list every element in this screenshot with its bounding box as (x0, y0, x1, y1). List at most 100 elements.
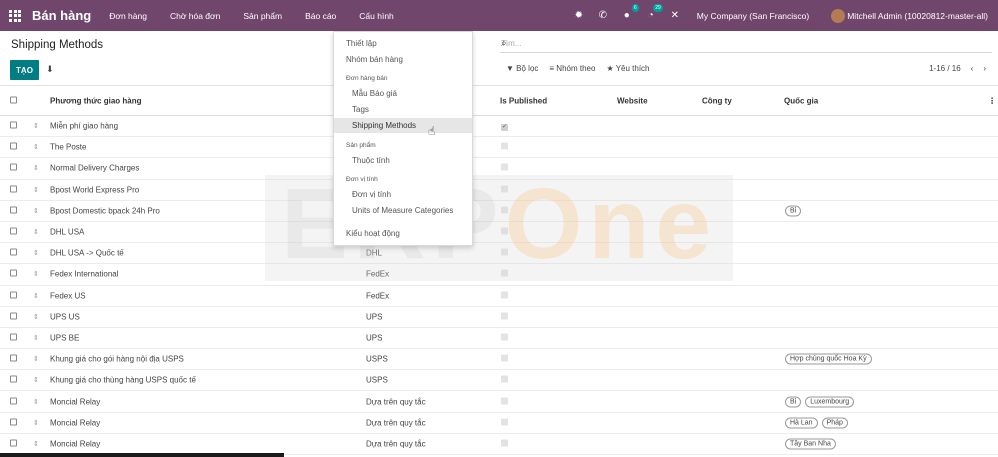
country-tag: Pháp (821, 417, 848, 429)
dropdown-uom-categories[interactable]: Units of Measure Categories (352, 206, 490, 215)
row-checkbox[interactable] (10, 439, 17, 448)
chat-icon[interactable]: ● 6 (615, 4, 639, 21)
select-all-checkbox[interactable] (10, 96, 17, 105)
dropdown-setup[interactable]: Thiết lập (346, 39, 484, 48)
drag-handle-icon[interactable]: ⇕ (33, 122, 39, 130)
pager-value[interactable]: 1-16 / 16 (929, 64, 961, 73)
table-row[interactable]: ⇕ Fedex US FedEx (0, 286, 998, 307)
column-published[interactable]: Is Published (500, 96, 547, 105)
column-options-icon[interactable]: ⋮ (988, 96, 996, 105)
menu-configuration[interactable]: Cấu hình (359, 11, 394, 21)
column-name[interactable]: Phương thức giao hàng (50, 96, 142, 105)
drag-handle-icon[interactable]: ⇕ (33, 164, 39, 172)
configuration-dropdown: Thiết lập Nhóm bán hàng Đơn hàng bán Mẫu… (333, 31, 473, 246)
dropdown-uom-header: Đơn vị tính (346, 176, 378, 183)
drag-handle-icon[interactable]: ⇕ (33, 249, 39, 257)
drag-handle-icon[interactable]: ⇕ (33, 186, 39, 194)
table-row[interactable]: ⇕ The Poste (0, 137, 998, 159)
table-row[interactable]: ⇕ UPS US UPS (0, 307, 998, 328)
activity-icon[interactable]: ◔ 29 (639, 4, 663, 21)
column-website[interactable]: Website (617, 96, 648, 105)
dropdown-tags[interactable]: Tags (352, 105, 490, 114)
menu-to-invoice[interactable]: Chờ hóa đơn (170, 11, 220, 21)
dropdown-quote-templates[interactable]: Mẫu Báo giá (352, 89, 490, 98)
row-checkbox[interactable] (10, 291, 17, 300)
drag-handle-icon[interactable]: ⇕ (33, 334, 39, 342)
row-checkbox[interactable] (10, 397, 17, 406)
drag-handle-icon[interactable]: ⇕ (33, 292, 39, 300)
dropdown-uom[interactable]: Đơn vị tính (352, 190, 490, 199)
menu-reporting[interactable]: Báo cáo (305, 11, 336, 21)
group-by-button[interactable]: ≡ Nhóm theo (549, 64, 595, 73)
table-row[interactable]: ⇕ Bpost World Express Pro (0, 180, 998, 201)
download-icon[interactable]: ⬇ (46, 64, 54, 75)
row-checkbox[interactable] (10, 121, 17, 131)
table-row[interactable]: ⇕ Moncial Relay Dựa trên quy tắc Hà Lan Pháp (0, 413, 998, 434)
drag-handle-icon[interactable]: ⇕ (33, 376, 39, 384)
user-menu[interactable]: Mitchell Admin (10020812-master-all) (831, 8, 988, 23)
search-icon[interactable]: ⌕ (501, 38, 988, 49)
table-row[interactable]: ⇕ Normal Delivery Charges (0, 158, 998, 180)
dropdown-shipping-methods[interactable]: Shipping Methods (334, 118, 472, 133)
table-row[interactable]: ⇕ Khung giá cho thùng hàng USPS quốc tế US… (0, 370, 998, 392)
row-checkbox[interactable] (10, 206, 17, 215)
drag-handle-icon[interactable]: ⇕ (33, 398, 39, 406)
row-checkbox[interactable] (10, 269, 17, 279)
row-checkbox[interactable] (10, 333, 17, 342)
pager-prev-icon[interactable]: ‹ (971, 64, 974, 73)
filter-button[interactable]: ▼ Bộ lọc (506, 64, 538, 73)
menu-orders[interactable]: Đơn hàng (109, 11, 147, 21)
row-checkbox[interactable] (10, 163, 17, 173)
drag-handle-icon[interactable]: ⇕ (33, 228, 39, 236)
table-row[interactable]: ⇕ DHL USA -> Quốc tế DHL (0, 243, 998, 265)
tools-icon[interactable]: ✕ (663, 10, 687, 21)
dropdown-sales-teams[interactable]: Nhóm bán hàng (346, 55, 484, 64)
drag-handle-icon[interactable]: ⇕ (33, 440, 39, 448)
row-checkbox[interactable] (10, 375, 17, 385)
table-row[interactable]: ⇕ Bpost Domestic bpack 24h Pro Bỉ (0, 201, 998, 222)
bug-icon[interactable]: ✹ (567, 10, 591, 21)
row-checkbox[interactable] (10, 142, 17, 152)
row-checkbox[interactable] (10, 185, 17, 194)
dropdown-activity-types[interactable]: Kiểu hoạt động (346, 229, 484, 238)
company-switcher[interactable]: My Company (San Francisco) (697, 11, 809, 21)
country-tag: Hợp chủng quốc Hoa Kỳ (785, 353, 872, 365)
apps-menu-icon[interactable] (0, 0, 30, 31)
app-title[interactable]: Bán hàng (32, 8, 91, 23)
pager-next-icon[interactable]: › (983, 64, 986, 73)
table-row[interactable]: ⇕ Miễn phí giao hàng ✓ (0, 116, 998, 138)
favorites-button[interactable]: ★ Yêu thích (606, 64, 649, 73)
drag-handle-icon[interactable]: ⇕ (33, 313, 39, 321)
drag-handle-icon[interactable]: ⇕ (33, 270, 39, 278)
table-row[interactable]: ⇕ Fedex International FedEx (0, 264, 998, 286)
dropdown-attributes[interactable]: Thuộc tính (352, 156, 490, 165)
table-row[interactable]: ⇕ Moncial Relay Dựa trên quy tắc Tây Ban Nh… (0, 434, 998, 455)
row-checkbox[interactable] (10, 312, 17, 321)
drag-handle-icon[interactable]: ⇕ (33, 143, 39, 151)
table-row[interactable]: ⇕ Moncial Relay Dựa trên quy tắc Bỉ Luxembou… (0, 391, 998, 413)
drag-handle-icon[interactable]: ⇕ (33, 355, 39, 363)
column-company[interactable]: Công ty (702, 96, 732, 105)
row-published-checkbox (501, 439, 508, 448)
row-provider: UPS (366, 333, 383, 343)
row-provider: Dựa trên quy tắc (366, 439, 426, 449)
search-input[interactable]: Tìm... ⌕ (500, 37, 992, 53)
filter-icon: ▼ (506, 64, 514, 73)
table-row[interactable]: ⇕ UPS BE UPS (0, 328, 998, 350)
menu-products[interactable]: Sản phẩm (243, 11, 282, 21)
row-checkbox[interactable] (10, 227, 17, 237)
table-row[interactable]: ⇕ DHL USA (0, 222, 998, 244)
row-name: DHL USA -> Quốc tế (50, 248, 124, 258)
row-checkbox[interactable] (10, 354, 17, 364)
row-checkbox[interactable] (10, 248, 17, 258)
table-row[interactable]: ⇕ Khung giá cho gói hàng nội địa USPS USPS… (0, 349, 998, 371)
drag-handle-icon[interactable]: ⇕ (33, 207, 39, 215)
column-country[interactable]: Quốc gia (784, 96, 818, 105)
create-button[interactable]: TẠO (10, 60, 39, 80)
phone-icon[interactable]: ✆ (591, 10, 615, 21)
row-checkbox[interactable] (10, 418, 17, 427)
drag-handle-icon[interactable]: ⇕ (33, 419, 39, 427)
row-provider: Dựa trên quy tắc (366, 397, 426, 407)
star-icon: ★ (606, 64, 614, 73)
row-provider: UPS (366, 312, 383, 322)
